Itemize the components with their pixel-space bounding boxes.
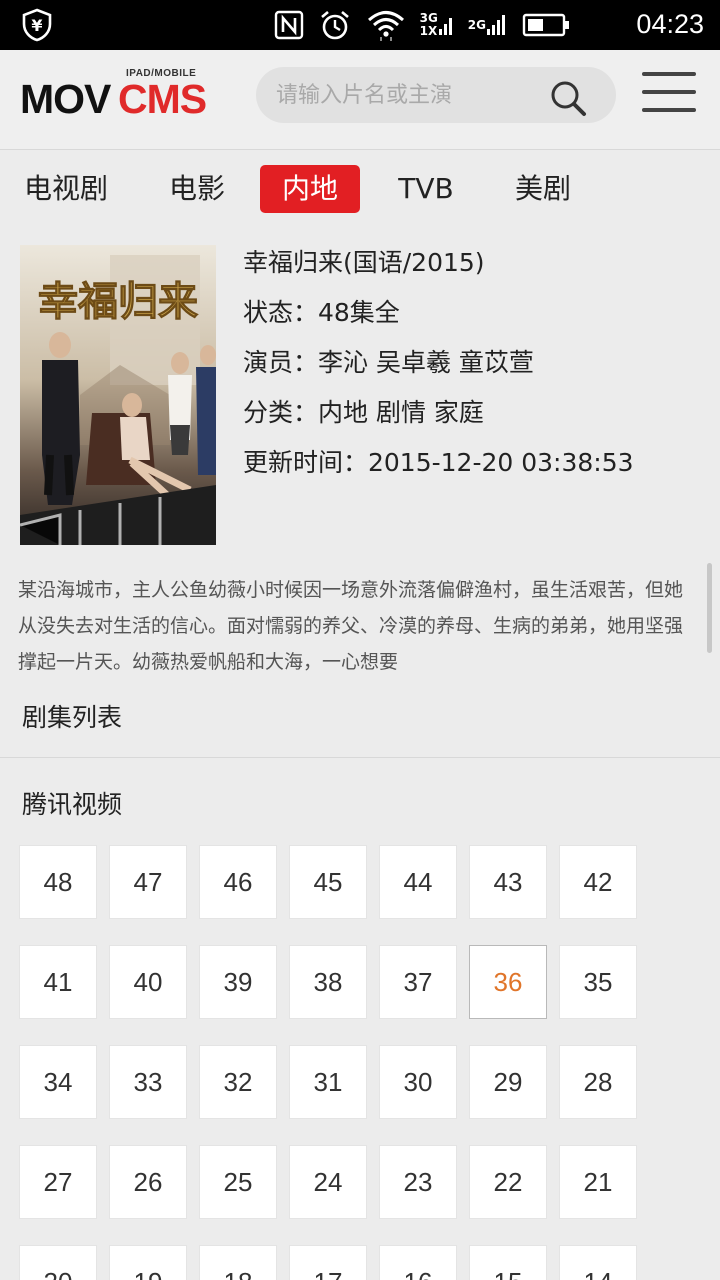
episode-button[interactable]: 41 (19, 945, 97, 1019)
show-updated: 更新时间：2015-12-20 03:38:53 (243, 448, 634, 477)
episode-button[interactable]: 34 (19, 1045, 97, 1119)
signal-icon: 3G 1X (420, 12, 454, 38)
site-logo[interactable]: IPAD/MOBILE MOV CMS (20, 68, 220, 128)
episode-button[interactable]: 47 (109, 845, 187, 919)
show-description: 某沿海城市，主人公鱼幼薇小时候因一场意外流落偏僻渔村，虽生活艰苦，但她从没失去对… (18, 579, 684, 673)
episode-button[interactable]: 24 (289, 1145, 367, 1219)
category-tabs: 电视剧 电影 内地 TVB 美剧 (0, 165, 720, 215)
show-status: 状态：48集全 (243, 298, 400, 327)
episode-button[interactable]: 14 (559, 1245, 637, 1280)
episode-button[interactable]: 45 (289, 845, 367, 919)
alarm-icon (318, 8, 352, 42)
tab-tv-series[interactable]: 电视剧 (12, 165, 120, 213)
episode-button[interactable]: 32 (199, 1045, 277, 1119)
search-box (256, 67, 616, 123)
clock: 04:23 (636, 9, 704, 39)
tab-movie[interactable]: 电影 (152, 165, 242, 213)
poster-image[interactable]: 幸福归来 (20, 245, 216, 545)
episode-button[interactable]: 43 (469, 845, 547, 919)
episode-button[interactable]: 36 (469, 945, 547, 1019)
divider (0, 757, 720, 758)
show-cast: 演员：李沁 吴卓羲 童苡萱 (243, 348, 534, 377)
show-title: 幸福归来(国语/2015) (243, 248, 485, 277)
poster-art: 幸福归来 (20, 245, 216, 545)
tab-mainland[interactable]: 内地 (260, 165, 360, 213)
episode-button[interactable]: 21 (559, 1145, 637, 1219)
episode-button[interactable]: 42 (559, 845, 637, 919)
episode-button[interactable]: 40 (109, 945, 187, 1019)
shield-icon: ¥ (22, 8, 52, 42)
episode-button[interactable]: 23 (379, 1145, 457, 1219)
signal-2g-icon: 2G (468, 13, 508, 37)
episode-button[interactable]: 44 (379, 845, 457, 919)
poster-caption: 幸福归来 (38, 278, 198, 325)
wifi-icon (366, 9, 406, 41)
tab-tvb[interactable]: TVB (388, 165, 464, 213)
episode-button[interactable]: 30 (379, 1045, 457, 1119)
description-scrollbar[interactable] (707, 563, 712, 653)
logo-cms: CMS (118, 76, 207, 122)
episode-grid: 48 47 46 45 44 43 42 41 40 39 38 37 36 35 34 33 32 31 30 29… (19, 845, 719, 1280)
episode-button[interactable]: 20 (19, 1245, 97, 1280)
svg-text:¥: ¥ (31, 16, 42, 35)
app-header: IPAD/MOBILE MOV CMS (0, 50, 720, 150)
nfc-icon (274, 10, 304, 40)
episode-button[interactable]: 29 (469, 1045, 547, 1119)
episode-button[interactable]: 15 (469, 1245, 547, 1280)
episode-button[interactable]: 25 (199, 1145, 277, 1219)
episode-button[interactable]: 31 (289, 1045, 367, 1119)
episode-button[interactable]: 22 (469, 1145, 547, 1219)
logo-mov: MOV (20, 76, 111, 122)
episode-list-title: 剧集列表 (22, 703, 123, 732)
episode-button[interactable]: 33 (109, 1045, 187, 1119)
episode-button[interactable]: 17 (289, 1245, 367, 1280)
episode-button[interactable]: 39 (199, 945, 277, 1019)
menu-icon[interactable] (642, 72, 698, 116)
episode-button[interactable]: 18 (199, 1245, 277, 1280)
episode-button[interactable]: 37 (379, 945, 457, 1019)
tab-us-series[interactable]: 美剧 (500, 165, 586, 213)
video-source-title: 腾讯视频 (22, 790, 123, 819)
episode-button[interactable]: 26 (109, 1145, 187, 1219)
search-input[interactable] (276, 73, 536, 117)
episode-button[interactable]: 35 (559, 945, 637, 1019)
episode-button[interactable]: 19 (109, 1245, 187, 1280)
episode-button[interactable]: 48 (19, 845, 97, 919)
episode-button[interactable]: 27 (19, 1145, 97, 1219)
search-icon[interactable] (548, 78, 588, 118)
battery-icon (522, 12, 570, 38)
episode-button[interactable]: 38 (289, 945, 367, 1019)
show-genre: 分类：内地 剧情 家庭 (243, 398, 484, 427)
status-bar: ¥ 3G 1X 2G 04:23 (0, 0, 720, 50)
episode-button[interactable]: 28 (559, 1045, 637, 1119)
episode-button[interactable]: 16 (379, 1245, 457, 1280)
episode-button[interactable]: 46 (199, 845, 277, 919)
